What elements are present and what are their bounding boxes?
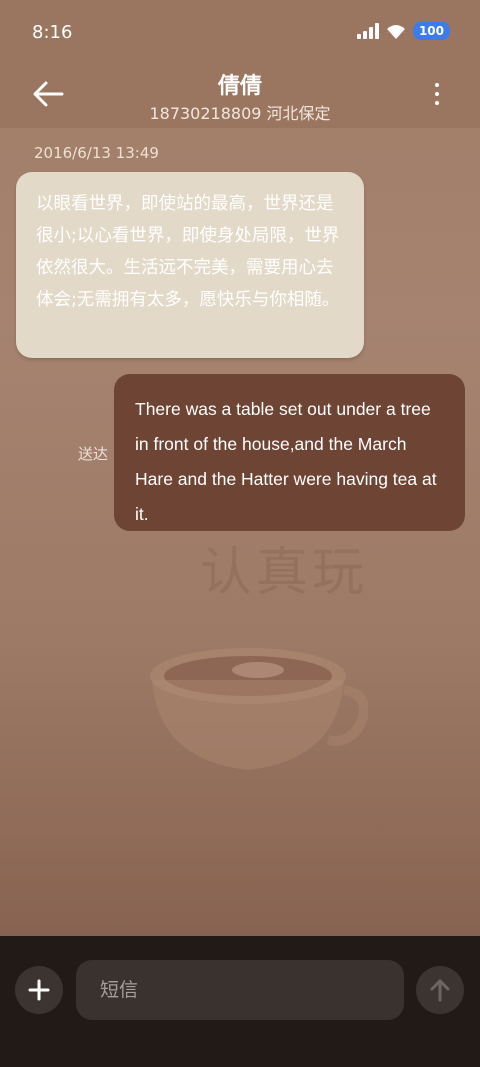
incoming-message-text: 以眼看世界，即使站的最高，世界还是很小;以心看世界，即使身处局限，世界依然很大。… [36, 194, 340, 310]
battery-badge: 100 [412, 22, 450, 40]
conversation-header: 倩倩 18730218809 河北保定 [0, 66, 480, 128]
outgoing-message-text: There was a table set out under a tree i… [135, 399, 437, 524]
coffee-cup-decoration [150, 648, 368, 770]
add-attachment-button[interactable] [15, 966, 63, 1014]
incoming-message-bubble[interactable]: 以眼看世界，即使站的最高，世界还是很小;以心看世界，即使身处局限，世界依然很大。… [16, 172, 364, 358]
sms-input[interactable] [76, 960, 404, 1020]
contact-name[interactable]: 倩倩 [0, 68, 480, 100]
send-button[interactable] [416, 966, 464, 1014]
wifi-icon [386, 25, 405, 39]
contact-detail: 18730218809 河北保定 [149, 104, 331, 123]
delivery-status: 送达 [78, 445, 109, 463]
background-decor-text: 认真玩 [200, 543, 369, 603]
signal-icon [356, 23, 379, 39]
message-timestamp: 2016/6/13 13:49 [34, 144, 159, 162]
more-options-icon[interactable] [432, 80, 442, 110]
status-bar: 8:16 100 [0, 0, 480, 66]
outgoing-message-bubble[interactable]: There was a table set out under a tree i… [114, 374, 465, 531]
arrow-up-icon [430, 979, 450, 1002]
composer-bar [0, 936, 480, 1067]
plus-icon [28, 979, 50, 1001]
status-icons: 100 [356, 22, 450, 40]
status-time: 8:16 [32, 22, 73, 43]
